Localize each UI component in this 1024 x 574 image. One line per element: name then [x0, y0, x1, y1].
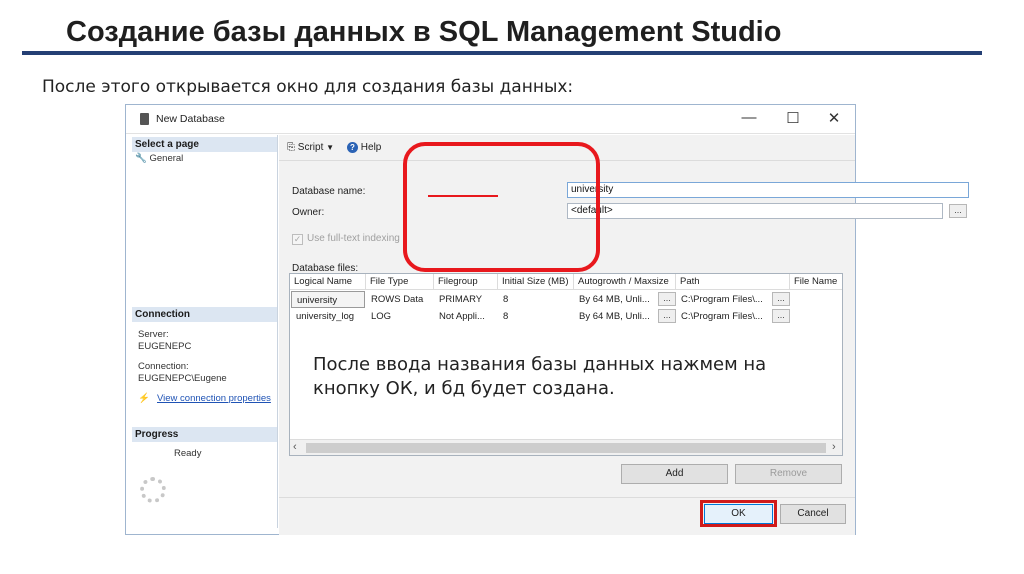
- scroll-left-icon[interactable]: ‹: [293, 441, 297, 453]
- annotation-text: После ввода названия базы данных нажмем …: [313, 354, 767, 399]
- path-browse-button[interactable]: ...: [772, 292, 790, 306]
- progress-status: Ready: [174, 448, 202, 459]
- highlight-circle: [403, 142, 600, 272]
- table-cell[interactable]: 8: [498, 291, 574, 308]
- progress-header: Progress: [132, 427, 277, 442]
- table-cell[interactable]: By 64 MB, Unli...: [574, 308, 658, 325]
- fulltext-checkbox[interactable]: ✓: [292, 234, 303, 245]
- add-button[interactable]: Add: [621, 464, 728, 484]
- help-label: Help: [360, 142, 382, 154]
- table-cell[interactable]: By 64 MB, Unli...: [574, 291, 658, 308]
- table-cell[interactable]: 8: [498, 308, 574, 325]
- scroll-right-icon[interactable]: ›: [832, 441, 836, 453]
- wrench-icon: 🔧: [135, 153, 147, 164]
- table-cell[interactable]: ROWS Data: [366, 291, 434, 308]
- database-name-label: Database name:: [292, 186, 366, 197]
- help-button[interactable]: ? Help: [347, 142, 381, 153]
- connection-properties-icon: ⚡: [138, 393, 150, 404]
- owner-input[interactable]: <default>: [567, 203, 943, 219]
- highlight-underline: [428, 195, 498, 197]
- left-pane: Select a page 🔧 General Connection Serve…: [130, 135, 278, 528]
- autogrowth-browse-button[interactable]: ...: [658, 309, 676, 323]
- connection-value: EUGENEPC\Eugene: [138, 373, 227, 384]
- script-label: Script: [297, 142, 324, 153]
- scrollbar-thumb[interactable]: [306, 443, 826, 453]
- column-header[interactable]: Filegroup: [434, 274, 498, 290]
- fulltext-label: Use full-text indexing: [307, 233, 400, 244]
- connection-label: Connection:: [138, 361, 189, 372]
- chevron-down-icon[interactable]: ▼: [326, 143, 334, 152]
- table-cell[interactable]: university_log: [291, 308, 365, 325]
- connection-header: Connection: [132, 307, 277, 322]
- database-name-input[interactable]: university: [567, 182, 969, 198]
- horizontal-scrollbar[interactable]: ‹ ›: [290, 439, 842, 455]
- table-cell[interactable]: PRIMARY: [434, 291, 498, 308]
- help-icon: ?: [347, 142, 358, 153]
- close-button[interactable]: ✕: [823, 109, 845, 127]
- minimize-button[interactable]: —: [738, 109, 760, 126]
- table-cell[interactable]: Not Appli...: [434, 308, 498, 325]
- progress-spinner-icon: [140, 477, 166, 503]
- script-icon: ⎘: [287, 142, 295, 153]
- sidebar-item-general[interactable]: 🔧 General: [135, 153, 183, 164]
- column-header[interactable]: Logical Name: [290, 274, 366, 290]
- window-titlebar[interactable]: New Database — ☐ ✕: [126, 105, 855, 134]
- view-connection-properties-link[interactable]: View connection properties: [157, 393, 271, 404]
- slide-subtitle: После этого открывается окно для создани…: [42, 77, 574, 97]
- title-rule: [22, 51, 982, 55]
- maximize-button[interactable]: ☐: [782, 109, 804, 127]
- autogrowth-browse-button[interactable]: ...: [658, 292, 676, 306]
- column-header[interactable]: Autogrowth / Maxsize: [574, 274, 676, 290]
- window-title: New Database: [156, 113, 225, 125]
- sidebar-item-label: General: [149, 153, 184, 164]
- server-label: Server:: [138, 329, 169, 340]
- owner-label: Owner:: [292, 207, 325, 218]
- column-header[interactable]: Path: [676, 274, 790, 290]
- table-cell[interactable]: university: [291, 291, 365, 308]
- script-button[interactable]: ⎘ Script ▼: [287, 142, 334, 153]
- cancel-button[interactable]: Cancel: [780, 504, 846, 524]
- table-cell[interactable]: C:\Program Files\...: [676, 308, 772, 325]
- column-header[interactable]: File Type: [366, 274, 434, 290]
- database-icon: [140, 113, 149, 125]
- ok-highlight-box: [700, 500, 777, 527]
- select-page-header: Select a page: [132, 137, 277, 152]
- path-browse-button[interactable]: ...: [772, 309, 790, 323]
- column-header[interactable]: File Name: [790, 274, 842, 290]
- column-header[interactable]: Initial Size (MB): [498, 274, 574, 290]
- table-cell[interactable]: C:\Program Files\...: [676, 291, 772, 308]
- server-value: EUGENEPC: [138, 341, 192, 352]
- table-cell[interactable]: LOG: [366, 308, 434, 325]
- remove-button[interactable]: Remove: [735, 464, 842, 484]
- slide-title: Создание базы данных в SQL Management St…: [66, 16, 782, 48]
- owner-browse-button[interactable]: ...: [949, 204, 967, 218]
